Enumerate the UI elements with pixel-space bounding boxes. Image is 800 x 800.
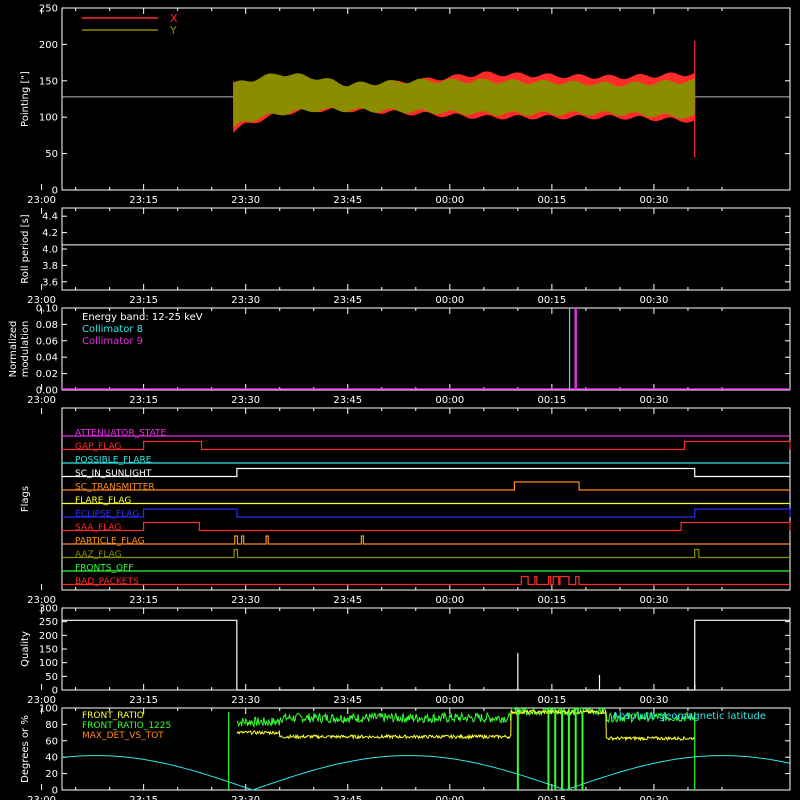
pointing-ytick-label-1: 50 — [45, 149, 58, 160]
pointing-xtick-label-1: 23:15 — [129, 195, 158, 206]
roll-ytick-label-2: 4.0 — [42, 245, 58, 256]
flags-xtick-label-1: 23:15 — [129, 595, 158, 606]
quality-xtick-label-1: 23:15 — [129, 695, 158, 706]
modulation-ytick-label-2: 0.04 — [36, 353, 58, 364]
pointing-ytick-label-2: 100 — [39, 113, 58, 124]
pointing-xtick-label-3: 23:45 — [333, 195, 362, 206]
flags-xtick-label-5: 00:15 — [537, 595, 566, 606]
quality-xtick-label-2: 23:30 — [231, 695, 260, 706]
quality-ylabel: Quality — [20, 631, 31, 667]
flag-label-BAD_PACKETS: BAD_PACKETS — [75, 577, 139, 587]
ratios-xtick-label-3: 23:45 — [333, 795, 362, 800]
pointing-ytick-label-3: 150 — [39, 76, 58, 87]
modulation-ytick-label-4: 0.08 — [36, 320, 58, 331]
roll-xtick-label-5: 00:15 — [537, 295, 566, 306]
modulation-ylabel: Normalized — [8, 321, 19, 378]
modulation-xtick-label-0: 23:00 — [27, 395, 56, 406]
modulation-legend-label: Energy band: 12-25 keV — [82, 312, 203, 323]
roll-xtick-label-2: 23:30 — [231, 295, 260, 306]
flag-label-GAP_FLAG: GAP_FLAG — [75, 442, 121, 452]
modulation-legend-label: Collimator 8 — [82, 324, 143, 335]
roll-ylabel: Roll period [s] — [20, 214, 31, 283]
ratios-xtick-label-2: 23:30 — [231, 795, 260, 800]
ratios-legend-label: FRONT_RATIO — [82, 711, 144, 721]
flags-xtick-label-2: 23:30 — [231, 595, 260, 606]
flags-ylabel: Flags — [20, 486, 31, 512]
ratios-legend-right-label: Absolute geomagnetic latitude — [612, 711, 766, 722]
roll-xtick-label-6: 00:30 — [640, 295, 669, 306]
flag-label-SC_TRANSMITTER: SC_TRANSMITTER — [75, 483, 155, 493]
quality-xtick-label-4: 00:00 — [435, 695, 464, 706]
pointing-xtick-label-0: 23:00 — [27, 195, 56, 206]
pointing-xtick-label-5: 00:15 — [537, 195, 566, 206]
roll-ytick-label-0: 3.6 — [42, 277, 58, 288]
ratios-ytick-label-4: 80 — [45, 720, 58, 731]
flag-label-POSSIBLE_FLARE: POSSIBLE_FLARE — [75, 456, 152, 466]
flag-label-AAZ_FLAG: AAZ_FLAG — [75, 550, 122, 560]
roll-ytick-label-1: 3.8 — [42, 261, 58, 272]
flags-xtick-label-3: 23:45 — [333, 595, 362, 606]
ratios-ytick-label-3: 60 — [45, 736, 58, 747]
modulation-legend-label: Collimator 9 — [82, 336, 143, 347]
ratios-xtick-label-0: 23:00 — [27, 795, 56, 800]
flag-label-FLARE_FLAG: FLARE_FLAG — [75, 496, 131, 506]
pointing-ylabel: Pointing ["] — [20, 71, 31, 127]
quality-ytick-label-3: 150 — [39, 645, 58, 656]
quality-xtick-label-6: 00:30 — [640, 695, 669, 706]
quality-ytick-label-4: 200 — [39, 631, 58, 642]
quality-ytick-label-2: 100 — [39, 658, 58, 669]
quality-xtick-label-3: 23:45 — [333, 695, 362, 706]
modulation-xtick-label-2: 23:30 — [231, 395, 260, 406]
ratios-xtick-label-1: 23:15 — [129, 795, 158, 800]
flag-label-PARTICLE_FLAG: PARTICLE_FLAG — [75, 537, 145, 547]
ratios-xtick-label-4: 00:00 — [435, 795, 464, 800]
flag-label-ATTENUATOR_STATE: ATTENUATOR_STATE — [75, 429, 167, 439]
modulation-xtick-label-4: 00:00 — [435, 395, 464, 406]
roll-ytick-label-4: 4.4 — [42, 212, 58, 223]
pointing-legend-label: Y — [169, 24, 177, 37]
quality-ytick-label-5: 250 — [39, 617, 58, 628]
modulation-xtick-label-1: 23:15 — [129, 395, 158, 406]
modulation-xtick-label-3: 23:45 — [333, 395, 362, 406]
flags-xtick-label-4: 00:00 — [435, 595, 464, 606]
modulation-ytick-label-3: 0.06 — [36, 336, 58, 347]
ratios-legend-label: FRONT_RATIO_1225 — [82, 721, 171, 731]
modulation-ylabel: modulation — [20, 321, 31, 378]
roll-xtick-label-3: 23:45 — [333, 295, 362, 306]
pointing-xtick-label-6: 00:30 — [640, 195, 669, 206]
ratios-xtick-label-5: 00:15 — [537, 795, 566, 800]
pointing-xtick-label-2: 23:30 — [231, 195, 260, 206]
flag-label-ECLIPSE_FLAG: ECLIPSE_FLAG — [75, 510, 139, 520]
roll-xtick-label-4: 00:00 — [435, 295, 464, 306]
flag-label-SC_IN_SUNLIGHT: SC_IN_SUNLIGHT — [75, 469, 152, 479]
quality-ytick-label-1: 50 — [45, 672, 58, 683]
pointing-ytick-label-4: 200 — [39, 40, 58, 51]
flag-label-SAA_FLAG: SAA_FLAG — [75, 523, 121, 533]
ratios-ytick-label-1: 20 — [45, 769, 58, 780]
modulation-xtick-label-5: 00:15 — [537, 395, 566, 406]
roll-xtick-label-1: 23:15 — [129, 295, 158, 306]
modulation-ytick-label-1: 0.02 — [36, 369, 58, 380]
flag-label-FRONTS_OFF: FRONTS_OFF — [75, 564, 133, 574]
modulation-ytick-label-5: 0.10 — [36, 304, 58, 315]
ratios-xtick-label-6: 00:30 — [640, 795, 669, 800]
pointing-xtick-label-4: 00:00 — [435, 195, 464, 206]
roll-ytick-label-3: 4.2 — [42, 228, 58, 239]
ratios-legend-label: MAX_DET_VS_TOT — [82, 731, 164, 741]
ratios-ytick-label-2: 40 — [45, 753, 58, 764]
flags-xtick-label-6: 00:30 — [640, 595, 669, 606]
figure: 05010015020025023:00 23:15 23:30 23:45 00:00… — [0, 0, 800, 800]
modulation-xtick-label-6: 00:30 — [640, 395, 669, 406]
quality-xtick-label-5: 00:15 — [537, 695, 566, 706]
ratios-ylabel: Degrees or % — [20, 715, 31, 783]
